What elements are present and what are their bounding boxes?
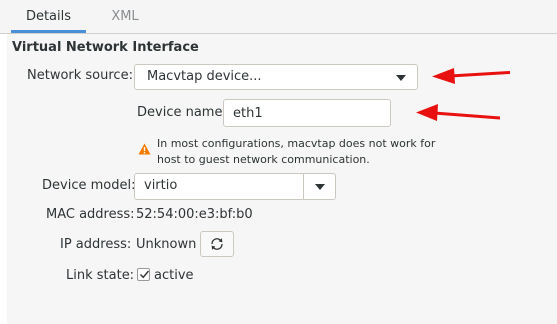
warning-line-1: In most configurations, macvtap does not…: [157, 137, 436, 150]
device-model-label: Device model:: [42, 178, 136, 193]
checkmark-icon: [139, 269, 150, 284]
device-model-combo[interactable]: virtio: [134, 173, 336, 200]
ip-address-value: Unknown: [136, 237, 197, 252]
refresh-ip-button[interactable]: [200, 231, 234, 257]
network-source-dropdown[interactable]: Macvtap device...: [134, 64, 418, 90]
refresh-icon: [209, 236, 225, 256]
warning-line-2: host to guest network communication.: [157, 153, 370, 166]
tab-details[interactable]: Details: [11, 0, 86, 33]
combo-separator: [303, 174, 304, 199]
arrow-left-icon: [416, 104, 501, 121]
link-state-checkbox-label[interactable]: active: [154, 268, 194, 283]
link-state-label: Link state:: [66, 268, 135, 283]
arrow-left-icon: [432, 68, 511, 84]
network-source-label: Network source:: [27, 68, 133, 83]
network-source-value: Macvtap device...: [147, 69, 262, 84]
mac-address-value: 52:54:00:e3:bf:b0: [136, 207, 253, 222]
warning-icon: [138, 143, 151, 159]
chevron-down-icon[interactable]: [315, 184, 325, 190]
link-state-checkbox[interactable]: [137, 268, 150, 281]
device-name-input[interactable]: [223, 99, 391, 127]
device-name-label: Device name:: [137, 105, 227, 120]
device-model-value: virtio: [144, 178, 178, 193]
warning-message: In most configurations, macvtap does not…: [157, 136, 447, 168]
section-title: Virtual Network Interface: [12, 40, 199, 55]
tab-xml[interactable]: XML: [95, 0, 155, 33]
chevron-down-icon: [396, 75, 406, 81]
mac-address-label: MAC address:: [46, 207, 135, 222]
ip-address-label: IP address:: [60, 237, 132, 252]
